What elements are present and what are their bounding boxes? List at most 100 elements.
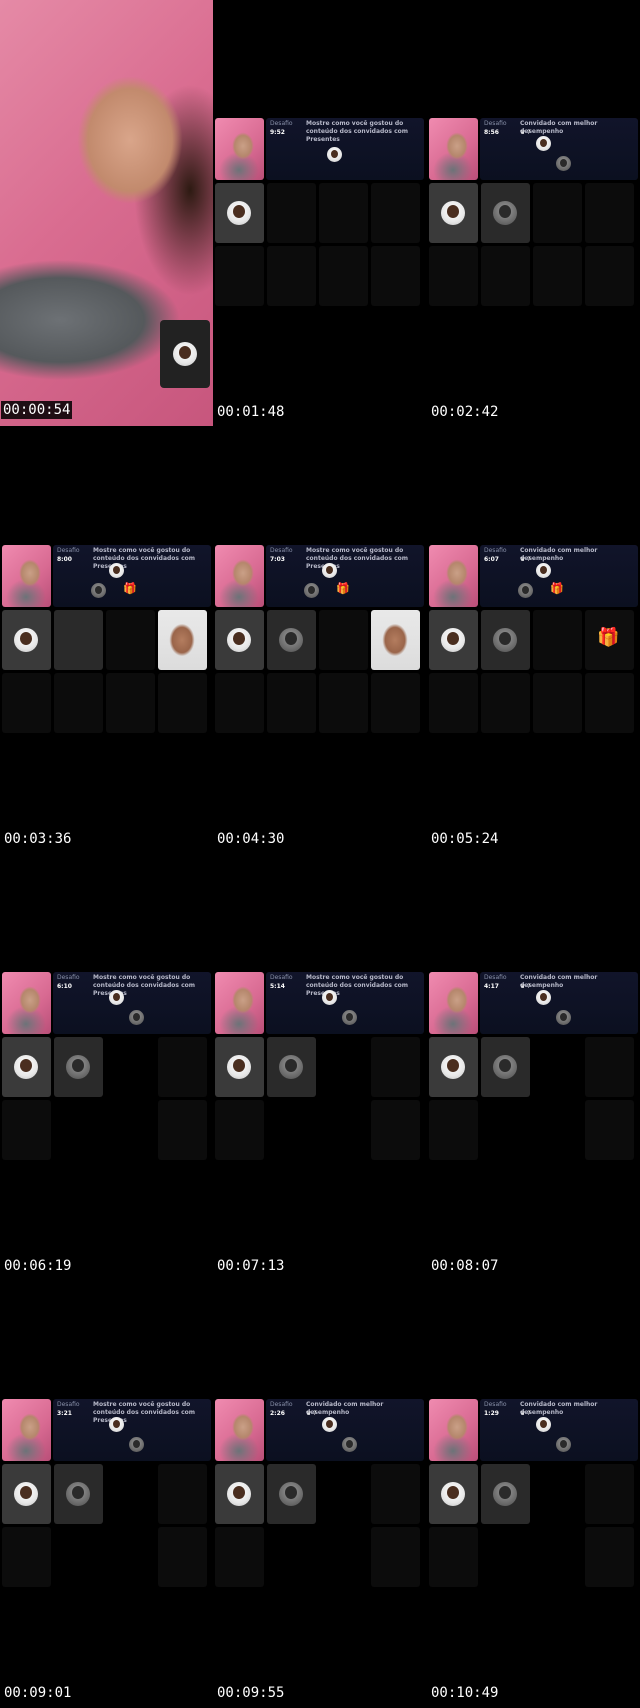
user-avatar-icon[interactable]: [91, 583, 106, 598]
host-video[interactable]: [215, 972, 264, 1034]
guest-slot[interactable]: [215, 673, 264, 733]
guest-slot[interactable]: [54, 1464, 103, 1524]
guest-slot[interactable]: [215, 183, 264, 243]
guest-slot[interactable]: [585, 246, 634, 306]
user-avatar-icon[interactable]: [556, 156, 571, 171]
user-avatar-icon[interactable]: [327, 147, 342, 162]
guest-slot[interactable]: [429, 610, 478, 670]
host-video[interactable]: [2, 1399, 51, 1461]
guest-slot[interactable]: [585, 1527, 634, 1587]
user-avatar-icon[interactable]: [536, 990, 551, 1005]
user-avatar-icon[interactable]: [322, 990, 337, 1005]
guest-slot[interactable]: [429, 1527, 478, 1587]
guest-slot[interactable]: [319, 673, 368, 733]
guest-slot[interactable]: [267, 673, 316, 733]
host-video[interactable]: [429, 545, 478, 607]
user-avatar-icon[interactable]: [556, 1437, 571, 1452]
guest-slot[interactable]: [481, 1464, 530, 1524]
guest-slot[interactable]: [158, 673, 207, 733]
host-video[interactable]: [215, 118, 264, 180]
guest-slot[interactable]: [215, 246, 264, 306]
guest-slot[interactable]: [429, 1037, 478, 1097]
guest-slot[interactable]: [158, 1464, 207, 1524]
guest-slot[interactable]: [429, 673, 478, 733]
guest-slot[interactable]: [585, 183, 634, 243]
user-avatar-icon[interactable]: [109, 1417, 124, 1432]
guest-slot[interactable]: [319, 610, 368, 670]
guest-slot[interactable]: [215, 610, 264, 670]
guest-slot[interactable]: [481, 1037, 530, 1097]
guest-slot[interactable]: [533, 183, 582, 243]
guest-slot[interactable]: [319, 246, 368, 306]
guest-camera-tile[interactable]: [371, 610, 420, 670]
guest-slot[interactable]: [481, 610, 530, 670]
user-avatar-icon[interactable]: [304, 583, 319, 598]
guest-slot[interactable]: [2, 1100, 51, 1160]
host-video[interactable]: [429, 118, 478, 180]
guest-slot[interactable]: [54, 673, 103, 733]
guest-slot[interactable]: [429, 183, 478, 243]
guest-slot[interactable]: [2, 610, 51, 670]
user-avatar-icon[interactable]: [129, 1010, 144, 1025]
host-video[interactable]: [429, 1399, 478, 1461]
guest-slot[interactable]: [585, 1100, 634, 1160]
guest-slot[interactable]: [533, 610, 582, 670]
guest-slot[interactable]: [106, 673, 155, 733]
guest-slot[interactable]: [267, 246, 316, 306]
host-video[interactable]: [2, 972, 51, 1034]
guest-slot[interactable]: [158, 1527, 207, 1587]
guest-slot[interactable]: [371, 1100, 420, 1160]
user-avatar-icon[interactable]: [342, 1437, 357, 1452]
guest-slot[interactable]: [371, 1037, 420, 1097]
guest-slot[interactable]: [2, 1464, 51, 1524]
guest-slot[interactable]: [215, 1100, 264, 1160]
guest-slot[interactable]: [267, 610, 316, 670]
guest-slot[interactable]: [54, 1037, 103, 1097]
guest-slot[interactable]: [585, 1464, 634, 1524]
guest-slot[interactable]: [371, 183, 420, 243]
guest-slot[interactable]: [481, 673, 530, 733]
user-avatar-icon[interactable]: [109, 563, 124, 578]
guest-pip[interactable]: [160, 320, 210, 388]
guest-slot[interactable]: [267, 1464, 316, 1524]
host-video[interactable]: [215, 545, 264, 607]
user-avatar-icon[interactable]: [536, 1417, 551, 1432]
guest-slot[interactable]: [371, 673, 420, 733]
host-video[interactable]: [215, 1399, 264, 1461]
guest-slot[interactable]: [2, 1527, 51, 1587]
guest-slot[interactable]: [215, 1464, 264, 1524]
guest-slot[interactable]: [371, 246, 420, 306]
guest-slot[interactable]: [158, 1100, 207, 1160]
user-avatar-icon[interactable]: [342, 1010, 357, 1025]
guest-slot[interactable]: [215, 1037, 264, 1097]
guest-slot[interactable]: [54, 610, 103, 670]
guest-slot[interactable]: [371, 1527, 420, 1587]
guest-slot[interactable]: [585, 673, 634, 733]
guest-slot[interactable]: [585, 1037, 634, 1097]
user-avatar-icon[interactable]: [322, 563, 337, 578]
guest-slot[interactable]: [429, 1464, 478, 1524]
guest-camera-tile[interactable]: [158, 610, 207, 670]
host-video[interactable]: [2, 545, 51, 607]
guest-slot[interactable]: [319, 183, 368, 243]
guest-slot[interactable]: [158, 1037, 207, 1097]
guest-slot[interactable]: [481, 183, 530, 243]
guest-slot[interactable]: [371, 1464, 420, 1524]
guest-slot[interactable]: 🎁: [585, 610, 634, 670]
guest-slot[interactable]: [533, 246, 582, 306]
guest-slot[interactable]: [215, 1527, 264, 1587]
guest-slot[interactable]: [267, 183, 316, 243]
user-avatar-icon[interactable]: [536, 563, 551, 578]
guest-slot[interactable]: [533, 673, 582, 733]
guest-slot[interactable]: [429, 1100, 478, 1160]
guest-slot[interactable]: [429, 246, 478, 306]
user-avatar-icon[interactable]: [322, 1417, 337, 1432]
guest-slot[interactable]: [2, 673, 51, 733]
user-avatar-icon[interactable]: [536, 136, 551, 151]
host-video[interactable]: [429, 972, 478, 1034]
user-avatar-icon[interactable]: [556, 1010, 571, 1025]
guest-slot[interactable]: [106, 610, 155, 670]
guest-slot[interactable]: [2, 1037, 51, 1097]
user-avatar-icon[interactable]: [518, 583, 533, 598]
guest-slot[interactable]: [481, 246, 530, 306]
